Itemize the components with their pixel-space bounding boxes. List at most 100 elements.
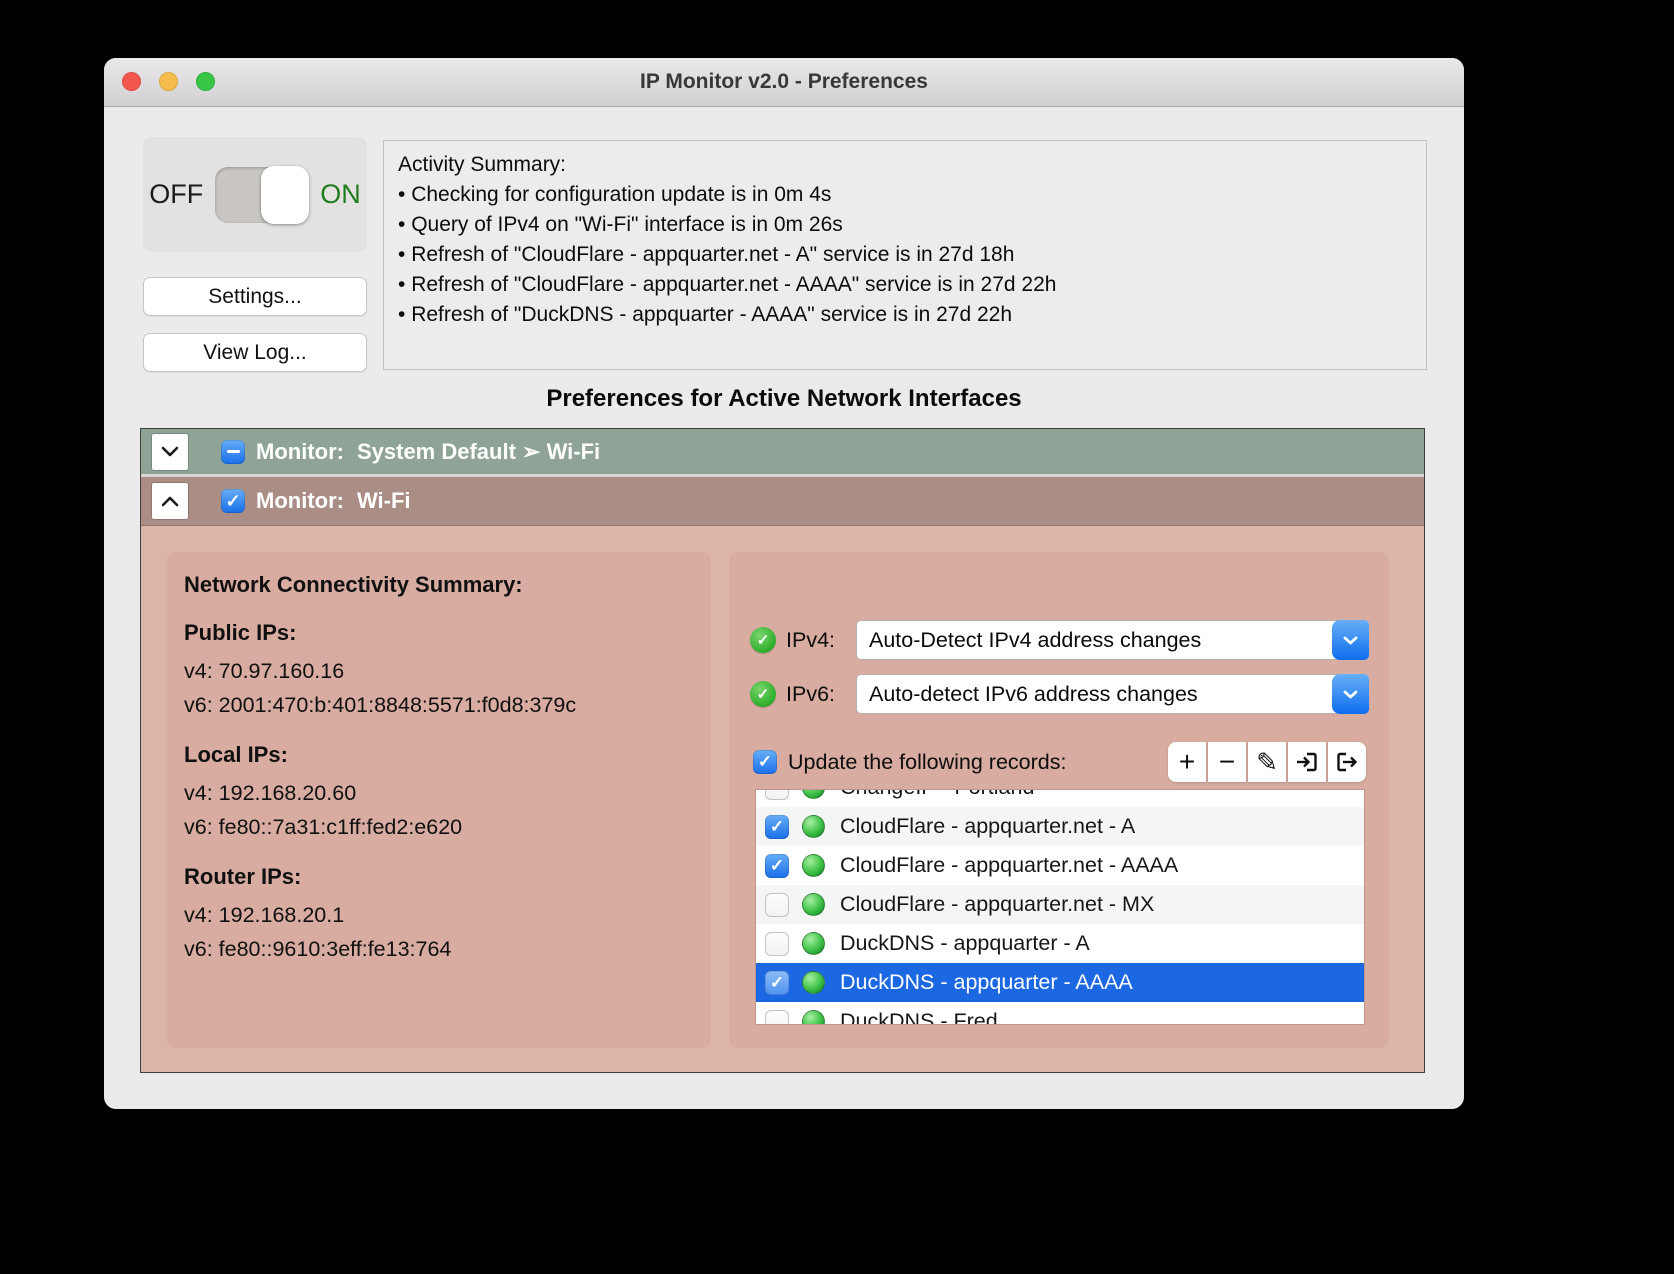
settings-button[interactable]: Settings...	[143, 277, 367, 316]
monitor-label: Monitor:	[256, 488, 344, 514]
public-ipv4: v4: 70.97.160.16	[184, 654, 711, 688]
ipv4-status-ok-icon	[750, 627, 776, 653]
record-checkbox[interactable]	[765, 971, 789, 995]
interfaces-table: Monitor: System Default ➢ Wi-Fi Monitor:…	[140, 428, 1425, 1073]
record-label: ChangeIP - Portland	[840, 790, 1034, 800]
monitor-label: Monitor:	[256, 439, 344, 465]
router-ipv4: v4: 192.168.20.1	[184, 898, 711, 932]
record-checkbox[interactable]	[765, 932, 789, 956]
public-ips-title: Public IPs:	[184, 620, 711, 646]
power-toggle[interactable]	[215, 167, 308, 223]
monitor-header-wifi: Monitor: Wi-Fi	[141, 477, 1424, 526]
export-records-button[interactable]	[1328, 742, 1366, 782]
records-toolbar: + − ✎	[1168, 742, 1366, 782]
add-record-button[interactable]: +	[1168, 742, 1206, 782]
ipv4-mode-select[interactable]: Auto-Detect IPv4 address changes	[856, 620, 1369, 660]
record-row[interactable]: DuckDNS - appquarter - A	[756, 924, 1364, 963]
network-summary-panel: Network Connectivity Summary: Public IPs…	[167, 552, 711, 1048]
record-checkbox[interactable]	[765, 893, 789, 917]
local-ips-title: Local IPs:	[184, 742, 711, 768]
activity-item: Refresh of "DuckDNS - appquarter - AAAA"…	[398, 300, 1412, 330]
record-row[interactable]: CloudFlare - appquarter.net - A	[756, 807, 1364, 846]
local-ipv6: v6: fe80::7a31:c1ff:fed2:e620	[184, 810, 711, 844]
window-title: IP Monitor v2.0 - Preferences	[640, 70, 928, 94]
wifi-monitor-content: Network Connectivity Summary: Public IPs…	[141, 526, 1424, 1074]
ipv4-mode-value: Auto-Detect IPv4 address changes	[869, 628, 1201, 653]
router-ips-title: Router IPs:	[184, 864, 711, 890]
record-row-selected[interactable]: DuckDNS - appquarter - AAAA	[756, 963, 1364, 1002]
ipv4-label: IPv4:	[786, 628, 848, 653]
record-row[interactable]: DuckDNS - Fred	[756, 1002, 1364, 1024]
monitor-checkbox-mixed[interactable]	[221, 440, 245, 464]
status-dot-icon	[802, 893, 825, 916]
chevron-down-icon	[1343, 636, 1358, 645]
ipv6-label: IPv6:	[786, 682, 848, 707]
toggle-knob	[261, 166, 309, 224]
update-records-row: Update the following records:	[753, 742, 1066, 782]
edit-record-button[interactable]: ✎	[1248, 742, 1286, 782]
ipv6-mode-select[interactable]: Auto-detect IPv6 address changes	[856, 674, 1369, 714]
status-dot-icon	[802, 790, 825, 799]
status-dot-icon	[802, 971, 825, 994]
records-list[interactable]: ChangeIP - Portland CloudFlare - appquar…	[756, 790, 1364, 1024]
update-records-checkbox[interactable]	[753, 750, 777, 774]
remove-record-button[interactable]: −	[1208, 742, 1246, 782]
close-button[interactable]	[122, 72, 141, 91]
status-dot-icon	[802, 815, 825, 838]
record-checkbox[interactable]	[765, 815, 789, 839]
activity-item: Refresh of "CloudFlare - appquarter.net …	[398, 240, 1412, 270]
record-label: CloudFlare - appquarter.net - AAAA	[840, 853, 1178, 878]
record-row[interactable]: CloudFlare - appquarter.net - MX	[756, 885, 1364, 924]
record-row[interactable]: CloudFlare - appquarter.net - AAAA	[756, 846, 1364, 885]
pencil-icon: ✎	[1256, 749, 1278, 775]
import-records-button[interactable]	[1288, 742, 1326, 782]
ipv4-row: IPv4: Auto-Detect IPv4 address changes	[750, 620, 1369, 660]
router-ipv6: v6: fe80::9610:3eff:fe13:764	[184, 932, 711, 966]
power-toggle-panel: OFF ON	[143, 137, 367, 252]
import-icon	[1294, 749, 1320, 775]
record-label: CloudFlare - appquarter.net - A	[840, 814, 1135, 839]
on-label: ON	[320, 179, 361, 210]
chevron-down-icon	[161, 446, 179, 457]
chevron-down-icon	[1343, 690, 1358, 699]
minimize-button[interactable]	[159, 72, 178, 91]
chevron-up-icon	[161, 496, 179, 507]
plus-icon: +	[1179, 748, 1195, 776]
record-row[interactable]: ChangeIP - Portland	[756, 790, 1364, 807]
dropdown-cap	[1332, 674, 1369, 714]
monitor-value: System Default ➢ Wi-Fi	[357, 439, 600, 465]
activity-summary: Activity Summary: Checking for configura…	[383, 140, 1427, 370]
title-bar[interactable]: IP Monitor v2.0 - Preferences	[104, 58, 1464, 107]
record-checkbox[interactable]	[765, 854, 789, 878]
export-icon	[1334, 749, 1360, 775]
view-log-button[interactable]: View Log...	[143, 333, 367, 372]
activity-item: Checking for configuration update is in …	[398, 180, 1412, 210]
ipv6-mode-value: Auto-detect IPv6 address changes	[869, 682, 1198, 707]
record-checkbox[interactable]	[765, 1010, 789, 1025]
local-ipv4: v4: 192.168.20.60	[184, 776, 711, 810]
traffic-lights	[122, 72, 215, 91]
off-label: OFF	[149, 179, 203, 210]
record-label: CloudFlare - appquarter.net - MX	[840, 892, 1154, 917]
status-dot-icon	[802, 932, 825, 955]
disclosure-button[interactable]	[152, 434, 188, 470]
activity-summary-title: Activity Summary:	[398, 149, 1412, 180]
activity-item: Query of IPv4 on "Wi-Fi" interface is in…	[398, 210, 1412, 240]
activity-item: Refresh of "CloudFlare - appquarter.net …	[398, 270, 1412, 300]
record-label: DuckDNS - Fred	[840, 1009, 998, 1024]
record-label: DuckDNS - appquarter - A	[840, 931, 1090, 956]
update-records-label: Update the following records:	[788, 750, 1066, 775]
dropdown-cap	[1332, 620, 1369, 660]
monitor-checkbox-checked[interactable]	[221, 489, 245, 513]
status-dot-icon	[802, 1010, 825, 1024]
minus-icon: −	[1219, 748, 1235, 776]
ipv6-status-ok-icon	[750, 681, 776, 707]
record-checkbox[interactable]	[765, 790, 789, 800]
monitor-header-system-default: Monitor: System Default ➢ Wi-Fi	[141, 429, 1424, 477]
monitor-value: Wi-Fi	[357, 488, 411, 514]
zoom-button[interactable]	[196, 72, 215, 91]
public-ipv6: v6: 2001:470:b:401:8848:5571:f0d8:379c	[184, 688, 711, 722]
desktop-background: IP Monitor v2.0 - Preferences OFF ON Set…	[0, 0, 1674, 1274]
disclosure-button[interactable]	[152, 483, 188, 519]
app-window: IP Monitor v2.0 - Preferences OFF ON Set…	[104, 58, 1464, 1109]
